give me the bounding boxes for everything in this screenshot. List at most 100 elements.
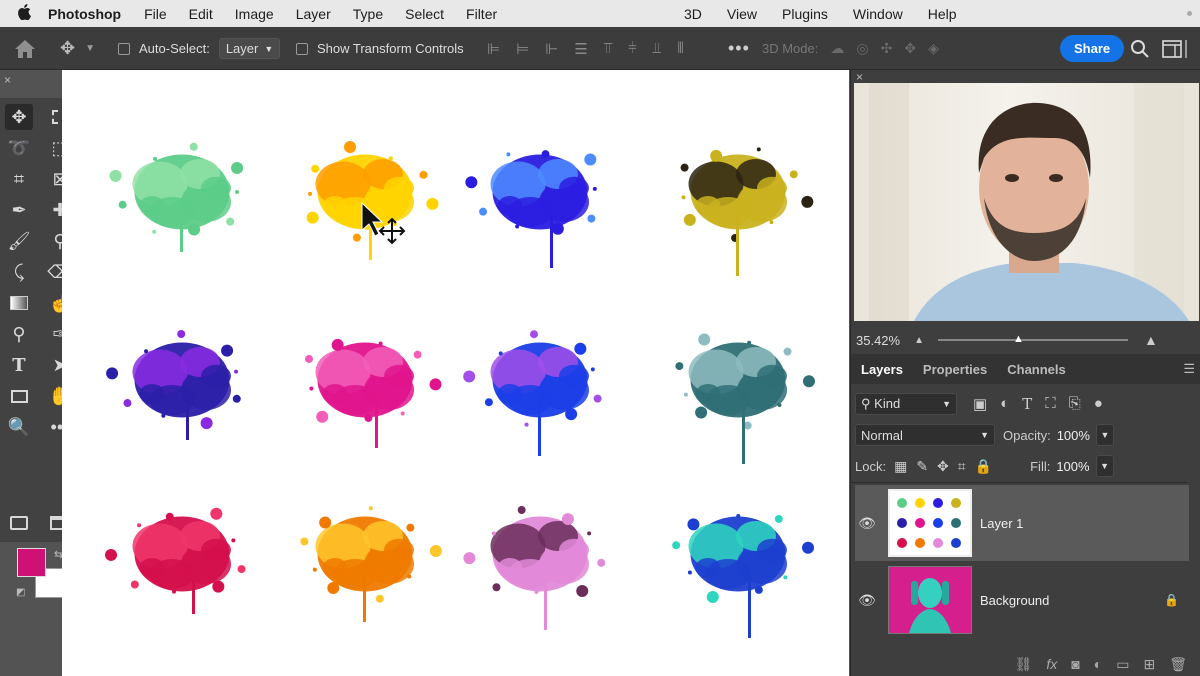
layer-row-background[interactable]: 👁 Background 🔒 bbox=[855, 562, 1189, 638]
3d-roll-icon[interactable]: ◎ bbox=[856, 40, 868, 57]
tab-channels[interactable]: Channels bbox=[997, 362, 1076, 377]
new-layer-icon[interactable]: ⊞ bbox=[1143, 656, 1155, 673]
menu-filter[interactable]: Filter bbox=[466, 6, 497, 22]
layer-row-layer-1[interactable]: 👁 Layer 1 bbox=[855, 485, 1189, 561]
lock-position-icon[interactable]: ✥ bbox=[937, 458, 949, 475]
align-middle-v-icon[interactable]: ⫩ bbox=[628, 40, 637, 57]
panel-menu-icon[interactable]: ☰ bbox=[1183, 361, 1195, 377]
move-icon: ✥ bbox=[60, 38, 76, 58]
search-button[interactable] bbox=[1130, 27, 1150, 70]
3d-pan-icon[interactable]: ✣ bbox=[881, 40, 893, 57]
visibility-eye-icon[interactable]: 👁 bbox=[855, 592, 879, 609]
filter-kind-label: Kind bbox=[874, 396, 901, 411]
dodge-tool[interactable]: ⚲ bbox=[5, 321, 33, 347]
zoom-tool[interactable]: 🔍 bbox=[5, 414, 33, 440]
menu-layer[interactable]: Layer bbox=[296, 6, 331, 22]
pixel-filter-icon[interactable]: ▣ bbox=[973, 395, 987, 413]
history-brush-icon: ⤹ bbox=[13, 261, 25, 282]
rectangle-tool[interactable] bbox=[5, 383, 33, 409]
align-right-icon[interactable]: ⊩ bbox=[545, 40, 558, 58]
thumbnail-splatters bbox=[897, 498, 961, 548]
eyedropper-tool[interactable]: ✒ bbox=[5, 197, 33, 223]
close-icon[interactable]: × bbox=[856, 70, 863, 84]
opacity-value[interactable]: 100% bbox=[1057, 428, 1090, 443]
quick-mask-button[interactable] bbox=[5, 510, 33, 536]
fx-icon[interactable]: fx bbox=[1046, 656, 1057, 672]
menu-plugins[interactable]: Plugins bbox=[782, 6, 828, 22]
menu-image[interactable]: Image bbox=[235, 6, 274, 22]
show-transform-checkbox[interactable] bbox=[296, 42, 308, 55]
tab-properties[interactable]: Properties bbox=[913, 362, 997, 377]
shape-filter-icon[interactable]: ⛶ bbox=[1045, 395, 1056, 413]
menu-file[interactable]: File bbox=[144, 6, 167, 22]
tab-layers[interactable]: Layers bbox=[851, 362, 913, 377]
fill-label: Fill: bbox=[1030, 458, 1051, 474]
zoom-out-icon[interactable]: ▲ bbox=[914, 335, 924, 346]
blend-mode-dropdown[interactable]: Normal ▼ bbox=[855, 424, 995, 446]
options-bar: ✥ ▼ Auto-Select: Layer ▼ Show Transform … bbox=[0, 27, 1200, 70]
type-tool[interactable]: T bbox=[5, 352, 33, 378]
distribute-v-icon[interactable]: ⦀ bbox=[677, 40, 684, 57]
3d-orbit-icon[interactable]: ☁ bbox=[830, 40, 844, 57]
panel-toggle-icon[interactable] bbox=[1185, 27, 1187, 70]
menu-window[interactable]: Window bbox=[853, 6, 903, 22]
zoom-slider[interactable]: ▲ bbox=[938, 333, 1128, 345]
adjustment-filter-icon[interactable]: ◐ bbox=[1000, 395, 1009, 413]
lasso-tool[interactable]: ➰ bbox=[5, 135, 33, 161]
default-colors-icon[interactable]: ◩ bbox=[16, 587, 25, 598]
align-center-h-icon[interactable]: ⊨ bbox=[516, 40, 529, 58]
history-brush-tool[interactable]: ⤹ bbox=[5, 259, 33, 285]
auto-select-value: Layer bbox=[225, 41, 259, 56]
gradient-tool[interactable] bbox=[5, 290, 33, 316]
filter-toggle-icon[interactable]: ● bbox=[1094, 395, 1103, 413]
move-tool[interactable]: ✥ bbox=[5, 104, 33, 130]
crop-tool[interactable]: ⌗ bbox=[5, 166, 33, 192]
menu-view[interactable]: View bbox=[727, 6, 757, 22]
move-tool-preset-button[interactable]: ✥ ▼ bbox=[60, 27, 95, 70]
new-group-icon[interactable]: ▭ bbox=[1116, 656, 1129, 673]
align-bottom-icon[interactable]: ⫫ bbox=[653, 40, 661, 57]
menu-type[interactable]: Type bbox=[353, 6, 383, 22]
menu-select[interactable]: Select bbox=[405, 6, 444, 22]
menu-edit[interactable]: Edit bbox=[189, 6, 213, 22]
lock-transparent-icon[interactable]: ▦ bbox=[894, 458, 907, 475]
type-filter-icon[interactable]: T bbox=[1022, 395, 1032, 413]
document-canvas[interactable] bbox=[62, 70, 849, 676]
auto-select-checkbox[interactable] bbox=[118, 42, 130, 55]
delete-layer-icon[interactable]: 🗑 bbox=[1169, 656, 1187, 673]
distribute-h-icon[interactable]: ☰ bbox=[574, 40, 587, 58]
close-icon[interactable]: × bbox=[4, 73, 11, 87]
auto-select-dropdown[interactable]: Layer ▼ bbox=[218, 38, 281, 59]
apple-icon[interactable] bbox=[0, 4, 48, 23]
brush-tool[interactable]: 🖌 bbox=[5, 228, 33, 254]
lock-all-icon[interactable]: 🔒 bbox=[975, 458, 992, 475]
share-button[interactable]: Share bbox=[1060, 35, 1125, 62]
link-layers-icon[interactable]: ⛓ bbox=[1015, 656, 1033, 673]
visibility-eye-icon[interactable]: 👁 bbox=[855, 515, 879, 532]
3d-slide-icon[interactable]: ✥ bbox=[904, 40, 916, 57]
fill-dropdown[interactable]: ▼ bbox=[1095, 455, 1114, 477]
align-top-icon[interactable]: ⫪ bbox=[604, 40, 612, 57]
menu-3d[interactable]: 3D bbox=[684, 6, 702, 22]
add-mask-icon[interactable]: ◙ bbox=[1071, 656, 1079, 672]
align-left-icon[interactable]: ⊫ bbox=[487, 40, 500, 58]
adjustment-layer-icon[interactable]: ◐ bbox=[1094, 656, 1102, 672]
layer-kind-filter[interactable]: ⚲ Kind ▼ bbox=[855, 393, 957, 415]
app-name-menu[interactable]: Photoshop bbox=[48, 6, 121, 22]
menu-help[interactable]: Help bbox=[928, 6, 957, 22]
lock-image-icon[interactable]: ✎ bbox=[916, 458, 928, 475]
slider-handle-icon[interactable]: ▲ bbox=[1013, 333, 1024, 345]
presenter-video bbox=[854, 83, 1199, 321]
foreground-color-swatch[interactable] bbox=[17, 548, 46, 577]
fill-value[interactable]: 100% bbox=[1056, 459, 1089, 474]
paint-splatter bbox=[463, 505, 606, 630]
workspace-button[interactable] bbox=[1162, 27, 1182, 70]
lock-artboard-icon[interactable]: ⌗ bbox=[958, 458, 966, 475]
home-button[interactable] bbox=[14, 27, 36, 70]
3d-scale-icon[interactable]: ◈ bbox=[928, 40, 939, 57]
zoom-in-icon[interactable]: ▲ bbox=[1144, 332, 1158, 348]
zoom-icon: 🔍 bbox=[7, 416, 31, 437]
opacity-dropdown[interactable]: ▼ bbox=[1095, 424, 1114, 446]
more-options-icon[interactable]: ••• bbox=[728, 27, 750, 70]
smart-object-filter-icon[interactable]: ⎘ bbox=[1069, 395, 1081, 413]
